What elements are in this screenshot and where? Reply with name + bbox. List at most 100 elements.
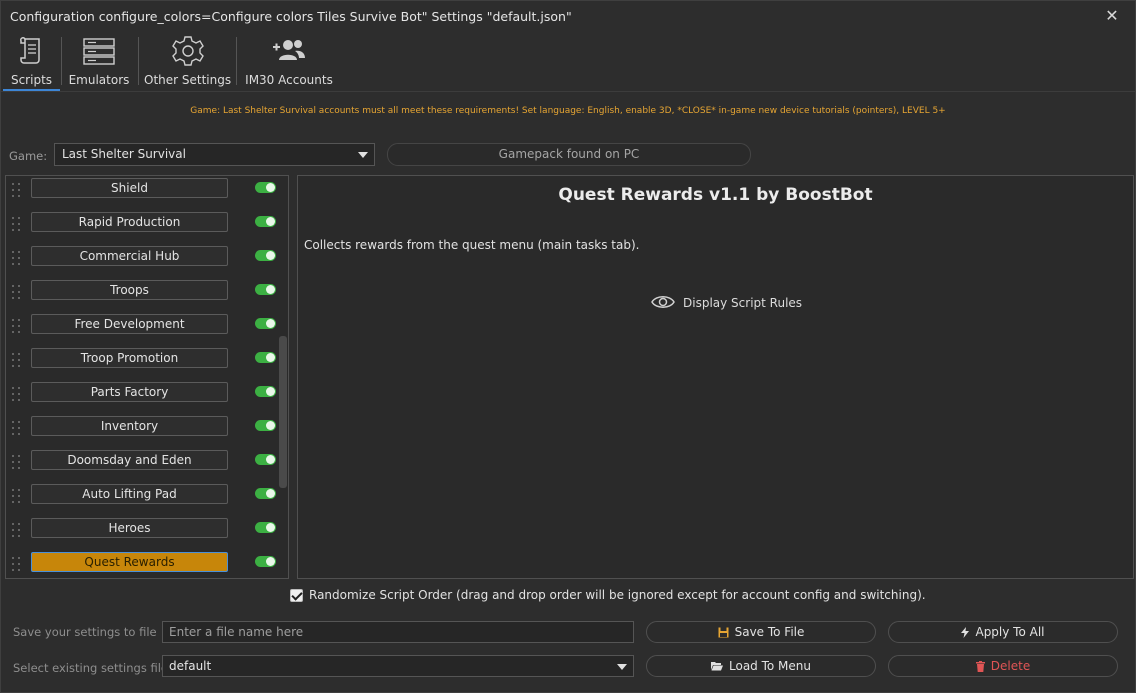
script-row: Heroes (6, 516, 278, 550)
script-button[interactable]: Heroes (31, 518, 228, 538)
apply-to-all-button[interactable]: Apply To All (888, 621, 1118, 643)
save-settings-label: Save your settings to file (13, 625, 157, 639)
script-row: Doomsday and Eden (6, 448, 278, 482)
script-list: Shield Rapid Production Commercial Hub Troo… (5, 175, 289, 579)
drag-handle-icon[interactable] (12, 489, 22, 507)
toggle-knob (266, 421, 275, 430)
settings-file-select[interactable]: default (162, 655, 634, 677)
tab-other-settings[interactable]: Other Settings (144, 33, 231, 91)
script-button[interactable]: Free Development (31, 314, 228, 334)
tab-label: Emulators (68, 73, 130, 87)
rules-link-label: Display Script Rules (683, 296, 803, 310)
toggle-knob (266, 387, 275, 396)
add-user-group-icon (242, 33, 336, 69)
script-enable-toggle[interactable] (255, 352, 276, 363)
script-row: Troops (6, 278, 278, 312)
eye-icon (651, 294, 675, 313)
settings-file-value: default (169, 659, 212, 673)
script-button[interactable]: Rapid Production (31, 212, 228, 232)
lightning-icon (961, 626, 970, 638)
toggle-knob (266, 251, 275, 260)
game-select[interactable]: Last Shelter Survival (54, 143, 375, 166)
close-button[interactable]: ✕ (1103, 7, 1121, 25)
script-row: Shield (6, 176, 278, 210)
script-row: Rapid Production (6, 210, 278, 244)
drag-handle-icon[interactable] (12, 523, 22, 541)
script-description: Collects rewards from the quest menu (ma… (304, 238, 640, 252)
chevron-down-icon (358, 152, 368, 158)
drag-handle-icon[interactable] (12, 285, 22, 303)
game-select-value: Last Shelter Survival (62, 147, 186, 161)
drag-handle-icon[interactable] (12, 217, 22, 235)
chevron-down-icon (617, 664, 627, 670)
script-button[interactable]: Troop Promotion (31, 348, 228, 368)
script-enable-toggle[interactable] (255, 420, 276, 431)
game-label: Game: (9, 149, 48, 163)
drag-handle-icon[interactable] (12, 455, 22, 473)
randomize-checkbox[interactable] (290, 588, 303, 602)
script-button[interactable]: Doomsday and Eden (31, 450, 228, 470)
script-button[interactable]: Inventory (31, 416, 228, 436)
tab-bar-divider (1, 91, 1135, 92)
drag-handle-icon[interactable] (12, 421, 22, 439)
load-to-menu-button[interactable]: Load To Menu (646, 655, 876, 677)
drag-handle-icon[interactable] (12, 353, 22, 371)
script-enable-toggle[interactable] (255, 488, 276, 499)
script-button[interactable]: Troops (31, 280, 228, 300)
server-stack-icon (65, 33, 133, 69)
script-enable-toggle[interactable] (255, 318, 276, 329)
drag-handle-icon[interactable] (12, 319, 22, 337)
script-button[interactable]: Shield (31, 178, 228, 198)
script-title: Quest Rewards v1.1 by BoostBot (558, 185, 873, 205)
script-enable-toggle[interactable] (255, 250, 276, 261)
save-to-file-button[interactable]: Save To File (646, 621, 876, 643)
tab-divider (61, 37, 62, 85)
script-row: Quest Rewards (6, 550, 278, 578)
toggle-knob (266, 183, 275, 192)
script-row: Commercial Hub (6, 244, 278, 278)
script-button[interactable]: Commercial Hub (31, 246, 228, 266)
script-list-scrollbar[interactable] (278, 176, 288, 578)
script-enable-toggle[interactable] (255, 216, 276, 227)
script-enable-toggle[interactable] (255, 522, 276, 533)
toggle-knob (266, 557, 275, 566)
gamepack-status: Gamepack found on PC (387, 143, 751, 166)
script-enable-toggle[interactable] (255, 556, 276, 567)
apply-button-label: Apply To All (975, 625, 1045, 639)
drag-handle-icon[interactable] (12, 387, 22, 405)
script-detail-panel: Quest Rewards v1.1 by BoostBot Collects … (297, 175, 1134, 579)
script-button[interactable]: Auto Lifting Pad (31, 484, 228, 504)
script-button[interactable]: Parts Factory (31, 382, 228, 402)
tab-label: Other Settings (144, 73, 232, 87)
tab-divider (138, 37, 139, 85)
script-enable-toggle[interactable] (255, 182, 276, 193)
toggle-knob (266, 455, 275, 464)
delete-button[interactable]: Delete (888, 655, 1118, 677)
toggle-knob (266, 319, 275, 328)
toggle-knob (266, 353, 275, 362)
tab-bar: Scripts Emulators Other Settings IM30 Ac… (1, 33, 1135, 91)
save-button-label: Save To File (734, 625, 805, 639)
script-enable-toggle[interactable] (255, 386, 276, 397)
script-button[interactable]: Quest Rewards (31, 552, 228, 572)
tab-scripts[interactable]: Scripts (3, 33, 60, 91)
trash-icon (975, 660, 985, 672)
script-row: Inventory (6, 414, 278, 448)
scrollbar-thumb[interactable] (279, 336, 287, 488)
drag-handle-icon[interactable] (12, 183, 22, 201)
drag-handle-icon[interactable] (12, 557, 22, 575)
file-name-input[interactable] (162, 621, 634, 643)
script-row: Free Development (6, 312, 278, 346)
script-row: Parts Factory (6, 380, 278, 414)
delete-button-label: Delete (990, 659, 1031, 673)
display-script-rules-link[interactable]: Display Script Rules (651, 292, 802, 314)
tab-im30-accounts[interactable]: IM30 Accounts (242, 33, 336, 91)
window-title: Configuration configure_colors=Configure… (10, 9, 572, 24)
load-button-label: Load To Menu (729, 659, 811, 673)
script-enable-toggle[interactable] (255, 454, 276, 465)
script-enable-toggle[interactable] (255, 284, 276, 295)
randomize-label: Randomize Script Order (drag and drop or… (309, 588, 926, 602)
drag-handle-icon[interactable] (12, 251, 22, 269)
toggle-knob (266, 217, 275, 226)
tab-emulators[interactable]: Emulators (65, 33, 133, 91)
